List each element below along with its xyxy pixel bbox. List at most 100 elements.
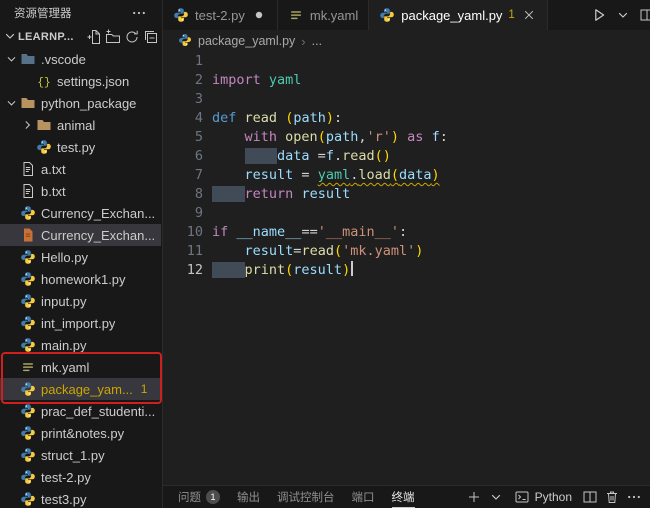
breadcrumb-more[interactable]: ...	[312, 34, 322, 48]
tree-item-python-package[interactable]: python_package	[0, 92, 161, 114]
tree-item-animal[interactable]: animal	[0, 114, 161, 136]
panel-tab-item[interactable]: 输出	[237, 486, 260, 508]
tree-item-label: Currency_Exchan...	[41, 205, 156, 221]
split-button[interactable]	[579, 487, 600, 508]
plus-icon	[466, 489, 482, 505]
trash-icon	[604, 489, 620, 505]
terminal-icon	[514, 489, 530, 505]
panel-tab-item[interactable]: 端口	[352, 486, 375, 508]
chevron-down-icon[interactable]	[4, 51, 19, 67]
chevron-down-icon[interactable]	[4, 95, 19, 111]
tree-item-label: settings.json	[57, 73, 130, 89]
split-button[interactable]	[636, 4, 650, 26]
tab-label: test-2.py	[195, 7, 245, 23]
trash-button[interactable]	[601, 487, 622, 508]
split-icon	[582, 489, 598, 505]
tab-bar: test-2.py mk.yaml package_yaml.py 1	[163, 0, 650, 30]
tree-item-label: struct_1.py	[41, 447, 105, 463]
tree-item-label: b.txt	[41, 183, 66, 199]
tree-item-label: package_yam...	[41, 381, 133, 397]
tree-item-label: python_package	[41, 95, 137, 111]
chevron-down-button[interactable]	[612, 4, 634, 26]
breadcrumb-file[interactable]: package_yaml.py	[198, 34, 295, 48]
code-line[interactable]: 8 return result	[163, 185, 650, 204]
tree-item-test-2-py[interactable]: test-2.py	[0, 466, 161, 488]
code-text: if __name__=='__main__':	[212, 224, 408, 240]
code-line[interactable]: 12 print(result)	[163, 261, 650, 280]
tree-item-test-py[interactable]: test.py	[0, 136, 161, 158]
line-number: 8	[194, 186, 203, 202]
code-line[interactable]: 1	[163, 52, 650, 71]
workspace-section-header[interactable]: LEARNP...	[0, 26, 162, 48]
tree-item-vscode[interactable]: .vscode	[0, 48, 161, 70]
tree-item-label: Currency_Exchan...	[41, 227, 156, 243]
code-line[interactable]: 7 result = yaml.load(data)	[163, 166, 650, 185]
code-line[interactable]: 10 if __name__=='__main__':	[163, 223, 650, 242]
tree-item-prac-def-studenti[interactable]: prac_def_studenti...	[0, 400, 161, 422]
tree-item-b-txt[interactable]: b.txt	[0, 180, 161, 202]
code-line[interactable]: 5 with open(path,'r') as f:	[163, 128, 650, 147]
python-icon	[20, 447, 36, 463]
tree-item-struct-1-py[interactable]: struct_1.py	[0, 444, 161, 466]
play-button[interactable]	[588, 4, 610, 26]
refresh-icon	[124, 29, 140, 45]
more-icon	[626, 489, 642, 505]
tree-item-package-yam[interactable]: package_yam... 1	[0, 378, 161, 400]
tree-item-main-py[interactable]: main.py	[0, 334, 161, 356]
python-icon	[20, 271, 36, 287]
code-line[interactable]: 9	[163, 204, 650, 223]
collapse-all-button[interactable]	[141, 28, 160, 47]
panel-tab-item[interactable]: 调试控制台	[277, 486, 335, 508]
code-line[interactable]: 2 import yaml	[163, 71, 650, 90]
refresh-button[interactable]	[122, 28, 141, 47]
new-file-icon	[86, 29, 102, 45]
chevron-right-icon[interactable]	[20, 117, 35, 133]
chevron-down-button[interactable]	[486, 487, 507, 508]
tree-item-label: print&notes.py	[41, 425, 125, 441]
tab-mk-yaml[interactable]: mk.yaml	[277, 0, 370, 30]
yaml-icon	[288, 7, 304, 23]
code-area[interactable]: 1 2 import yaml 3 4 def read (path): 5 with op…	[163, 52, 650, 485]
panel-tab-item[interactable]: 终端	[392, 486, 415, 508]
tree-item-label: mk.yaml	[41, 359, 90, 375]
editor-area: test-2.py mk.yaml package_yaml.py 1 package…	[163, 0, 650, 508]
code-text: result = yaml.load(data)	[244, 167, 440, 183]
tree-item-input-py[interactable]: input.py	[0, 290, 161, 312]
tab-package-yaml-py[interactable]: package_yaml.py 1	[369, 0, 548, 30]
play-icon	[591, 7, 607, 23]
tree-item-mk-yaml[interactable]: mk.yaml	[0, 356, 161, 378]
tree-item-currency-exchan[interactable]: Currency_Exchan...	[0, 202, 161, 224]
code-text: result=read('mk.yaml')	[244, 243, 424, 259]
sidebar-more-button[interactable]	[128, 2, 150, 24]
plus-button[interactable]	[464, 487, 485, 508]
code-line[interactable]: 4 def read (path):	[163, 109, 650, 128]
sidebar-title: 资源管理器	[14, 8, 72, 20]
split-icon	[639, 7, 650, 23]
code-line[interactable]: 3	[163, 90, 650, 109]
tree-item-test3-py[interactable]: test3.py	[0, 488, 161, 508]
more-button[interactable]	[623, 487, 644, 508]
code-line[interactable]: 11 result=read('mk.yaml')	[163, 242, 650, 261]
panel-bar: 问题 1 输出 调试控制台 端口 终端 Python	[163, 485, 650, 508]
tree-item-int-import-py[interactable]: int_import.py	[0, 312, 161, 334]
new-file-button[interactable]	[84, 28, 103, 47]
tree-item-a-txt[interactable]: a.txt	[0, 158, 161, 180]
tree-item-hello-py[interactable]: Hello.py	[0, 246, 161, 268]
tree-item-currency-exchan[interactable]: Currency_Exchan...	[0, 224, 161, 246]
code-line[interactable]: 6 data =f.read()	[163, 147, 650, 166]
yaml-icon	[20, 359, 36, 375]
tree-item-homework1-py[interactable]: homework1.py	[0, 268, 161, 290]
new-folder-button[interactable]	[103, 28, 122, 47]
tab-test-2-py[interactable]: test-2.py	[163, 0, 278, 30]
tree-item-settings-json[interactable]: {} settings.json	[0, 70, 161, 92]
code-text: import yaml	[212, 72, 302, 88]
code-text: return result	[203, 185, 350, 204]
code-text: print(result)	[203, 261, 353, 280]
terminal-profile[interactable]: Python	[508, 489, 578, 505]
panel-tab-label: 问题	[178, 492, 201, 504]
tree-item-print-notes-py[interactable]: print&notes.py	[0, 422, 161, 444]
close-icon[interactable]	[521, 7, 537, 23]
problems-count-badge: 1	[508, 9, 515, 21]
code-text: data =f.read()	[203, 147, 391, 166]
panel-tab-item[interactable]: 问题 1	[178, 486, 220, 508]
